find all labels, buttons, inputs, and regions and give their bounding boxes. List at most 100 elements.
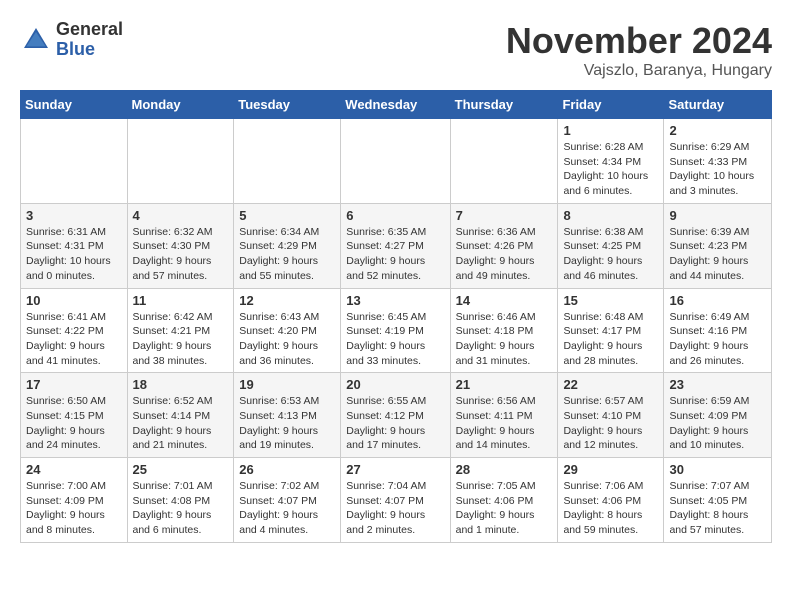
day-number: 7 <box>456 208 553 223</box>
day-number: 28 <box>456 462 553 477</box>
day-info: Sunrise: 7:05 AM Sunset: 4:06 PM Dayligh… <box>456 479 553 538</box>
day-number: 26 <box>239 462 335 477</box>
calendar-cell: 17 Sunrise: 6:50 AM Sunset: 4:15 PM Dayli… <box>21 373 128 458</box>
calendar-cell: 25Sunrise: 7:01 AM Sunset: 4:08 PM Dayli… <box>127 458 234 543</box>
day-number: 23 <box>669 377 766 392</box>
calendar-cell: 16 Sunrise: 6:49 AM Sunset: 4:16 PM Dayli… <box>664 288 772 373</box>
calendar-cell: 20 Sunrise: 6:55 AM Sunset: 4:12 PM Dayli… <box>341 373 450 458</box>
calendar-cell: 29 Sunrise: 7:06 AM Sunset: 4:06 PM Dayli… <box>558 458 664 543</box>
calendar-cell: 1Sunrise: 6:28 AM Sunset: 4:34 PM Daylig… <box>558 119 664 204</box>
calendar-cell: 7 Sunrise: 6:36 AM Sunset: 4:26 PM Daylig… <box>450 203 558 288</box>
day-number: 3 <box>26 208 122 223</box>
day-info: Sunrise: 7:01 AM Sunset: 4:08 PM Dayligh… <box>133 479 229 538</box>
day-number: 17 <box>26 377 122 392</box>
day-number: 4 <box>133 208 229 223</box>
weekday-header: Monday <box>127 91 234 119</box>
calendar-cell: 24 Sunrise: 7:00 AM Sunset: 4:09 PM Dayli… <box>21 458 128 543</box>
calendar-cell: 27Sunrise: 7:04 AM Sunset: 4:07 PM Dayli… <box>341 458 450 543</box>
calendar-cell: 19Sunrise: 6:53 AM Sunset: 4:13 PM Dayli… <box>234 373 341 458</box>
calendar-cell: 10Sunrise: 6:41 AM Sunset: 4:22 PM Dayli… <box>21 288 128 373</box>
calendar-cell: 12Sunrise: 6:43 AM Sunset: 4:20 PM Dayli… <box>234 288 341 373</box>
calendar-cell: 3 Sunrise: 6:31 AM Sunset: 4:31 PM Daylig… <box>21 203 128 288</box>
calendar-cell: 5 Sunrise: 6:34 AM Sunset: 4:29 PM Daylig… <box>234 203 341 288</box>
calendar-cell: 13Sunrise: 6:45 AM Sunset: 4:19 PM Dayli… <box>341 288 450 373</box>
day-info: Sunrise: 6:36 AM Sunset: 4:26 PM Dayligh… <box>456 225 553 284</box>
calendar-cell: 28 Sunrise: 7:05 AM Sunset: 4:06 PM Dayli… <box>450 458 558 543</box>
day-number: 29 <box>563 462 658 477</box>
day-number: 12 <box>239 293 335 308</box>
day-number: 6 <box>346 208 444 223</box>
day-number: 21 <box>456 377 553 392</box>
calendar-cell: 4 Sunrise: 6:32 AM Sunset: 4:30 PM Daylig… <box>127 203 234 288</box>
day-info: Sunrise: 7:06 AM Sunset: 4:06 PM Dayligh… <box>563 479 658 538</box>
location: Vajszlo, Baranya, Hungary <box>506 62 772 80</box>
calendar-cell: 14 Sunrise: 6:46 AM Sunset: 4:18 PM Dayli… <box>450 288 558 373</box>
calendar-cell: 11 Sunrise: 6:42 AM Sunset: 4:21 PM Dayli… <box>127 288 234 373</box>
day-info: Sunrise: 6:50 AM Sunset: 4:15 PM Dayligh… <box>26 394 122 453</box>
day-info: Sunrise: 6:55 AM Sunset: 4:12 PM Dayligh… <box>346 394 444 453</box>
day-info: Sunrise: 6:42 AM Sunset: 4:21 PM Dayligh… <box>133 310 229 369</box>
page-header: General Blue November 2024 Vajszlo, Bara… <box>20 20 772 80</box>
weekday-header: Friday <box>558 91 664 119</box>
day-info: Sunrise: 6:46 AM Sunset: 4:18 PM Dayligh… <box>456 310 553 369</box>
logo-icon <box>20 24 52 56</box>
calendar-cell <box>450 119 558 204</box>
calendar-cell <box>21 119 128 204</box>
calendar-cell: 21 Sunrise: 6:56 AM Sunset: 4:11 PM Dayli… <box>450 373 558 458</box>
day-number: 8 <box>563 208 658 223</box>
day-info: Sunrise: 6:39 AM Sunset: 4:23 PM Dayligh… <box>669 225 766 284</box>
calendar-week-row: 10Sunrise: 6:41 AM Sunset: 4:22 PM Dayli… <box>21 288 772 373</box>
calendar-cell <box>127 119 234 204</box>
day-number: 2 <box>669 123 766 138</box>
day-number: 16 <box>669 293 766 308</box>
day-info: Sunrise: 6:52 AM Sunset: 4:14 PM Dayligh… <box>133 394 229 453</box>
logo: General Blue <box>20 20 123 60</box>
day-number: 24 <box>26 462 122 477</box>
month-title: November 2024 <box>506 20 772 62</box>
day-info: Sunrise: 6:31 AM Sunset: 4:31 PM Dayligh… <box>26 225 122 284</box>
day-number: 14 <box>456 293 553 308</box>
calendar-cell: 9 Sunrise: 6:39 AM Sunset: 4:23 PM Daylig… <box>664 203 772 288</box>
calendar-body: 1Sunrise: 6:28 AM Sunset: 4:34 PM Daylig… <box>21 119 772 543</box>
calendar-week-row: 24 Sunrise: 7:00 AM Sunset: 4:09 PM Dayli… <box>21 458 772 543</box>
calendar-cell: 22Sunrise: 6:57 AM Sunset: 4:10 PM Dayli… <box>558 373 664 458</box>
day-info: Sunrise: 6:41 AM Sunset: 4:22 PM Dayligh… <box>26 310 122 369</box>
day-number: 13 <box>346 293 444 308</box>
calendar-cell <box>234 119 341 204</box>
day-info: Sunrise: 6:56 AM Sunset: 4:11 PM Dayligh… <box>456 394 553 453</box>
calendar-cell: 23 Sunrise: 6:59 AM Sunset: 4:09 PM Dayli… <box>664 373 772 458</box>
day-info: Sunrise: 7:00 AM Sunset: 4:09 PM Dayligh… <box>26 479 122 538</box>
day-info: Sunrise: 6:59 AM Sunset: 4:09 PM Dayligh… <box>669 394 766 453</box>
day-info: Sunrise: 6:53 AM Sunset: 4:13 PM Dayligh… <box>239 394 335 453</box>
day-info: Sunrise: 7:07 AM Sunset: 4:05 PM Dayligh… <box>669 479 766 538</box>
title-block: November 2024 Vajszlo, Baranya, Hungary <box>506 20 772 80</box>
day-info: Sunrise: 6:38 AM Sunset: 4:25 PM Dayligh… <box>563 225 658 284</box>
weekday-header: Sunday <box>21 91 128 119</box>
day-number: 5 <box>239 208 335 223</box>
calendar-cell: 8 Sunrise: 6:38 AM Sunset: 4:25 PM Daylig… <box>558 203 664 288</box>
weekday-header-row: SundayMondayTuesdayWednesdayThursdayFrid… <box>21 91 772 119</box>
calendar-cell: 6 Sunrise: 6:35 AM Sunset: 4:27 PM Daylig… <box>341 203 450 288</box>
calendar-cell: 15Sunrise: 6:48 AM Sunset: 4:17 PM Dayli… <box>558 288 664 373</box>
calendar-week-row: 17 Sunrise: 6:50 AM Sunset: 4:15 PM Dayli… <box>21 373 772 458</box>
weekday-header: Saturday <box>664 91 772 119</box>
calendar-table: SundayMondayTuesdayWednesdayThursdayFrid… <box>20 90 772 543</box>
weekday-header: Tuesday <box>234 91 341 119</box>
day-info: Sunrise: 6:34 AM Sunset: 4:29 PM Dayligh… <box>239 225 335 284</box>
weekday-header: Thursday <box>450 91 558 119</box>
day-number: 9 <box>669 208 766 223</box>
weekday-header: Wednesday <box>341 91 450 119</box>
logo-text: General Blue <box>56 20 123 60</box>
calendar-cell: 30 Sunrise: 7:07 AM Sunset: 4:05 PM Dayli… <box>664 458 772 543</box>
calendar-cell: 18Sunrise: 6:52 AM Sunset: 4:14 PM Dayli… <box>127 373 234 458</box>
day-info: Sunrise: 6:57 AM Sunset: 4:10 PM Dayligh… <box>563 394 658 453</box>
calendar-cell <box>341 119 450 204</box>
day-number: 20 <box>346 377 444 392</box>
day-info: Sunrise: 6:32 AM Sunset: 4:30 PM Dayligh… <box>133 225 229 284</box>
day-info: Sunrise: 7:04 AM Sunset: 4:07 PM Dayligh… <box>346 479 444 538</box>
calendar-week-row: 3 Sunrise: 6:31 AM Sunset: 4:31 PM Daylig… <box>21 203 772 288</box>
day-info: Sunrise: 6:49 AM Sunset: 4:16 PM Dayligh… <box>669 310 766 369</box>
day-number: 11 <box>133 293 229 308</box>
day-number: 30 <box>669 462 766 477</box>
day-info: Sunrise: 6:35 AM Sunset: 4:27 PM Dayligh… <box>346 225 444 284</box>
